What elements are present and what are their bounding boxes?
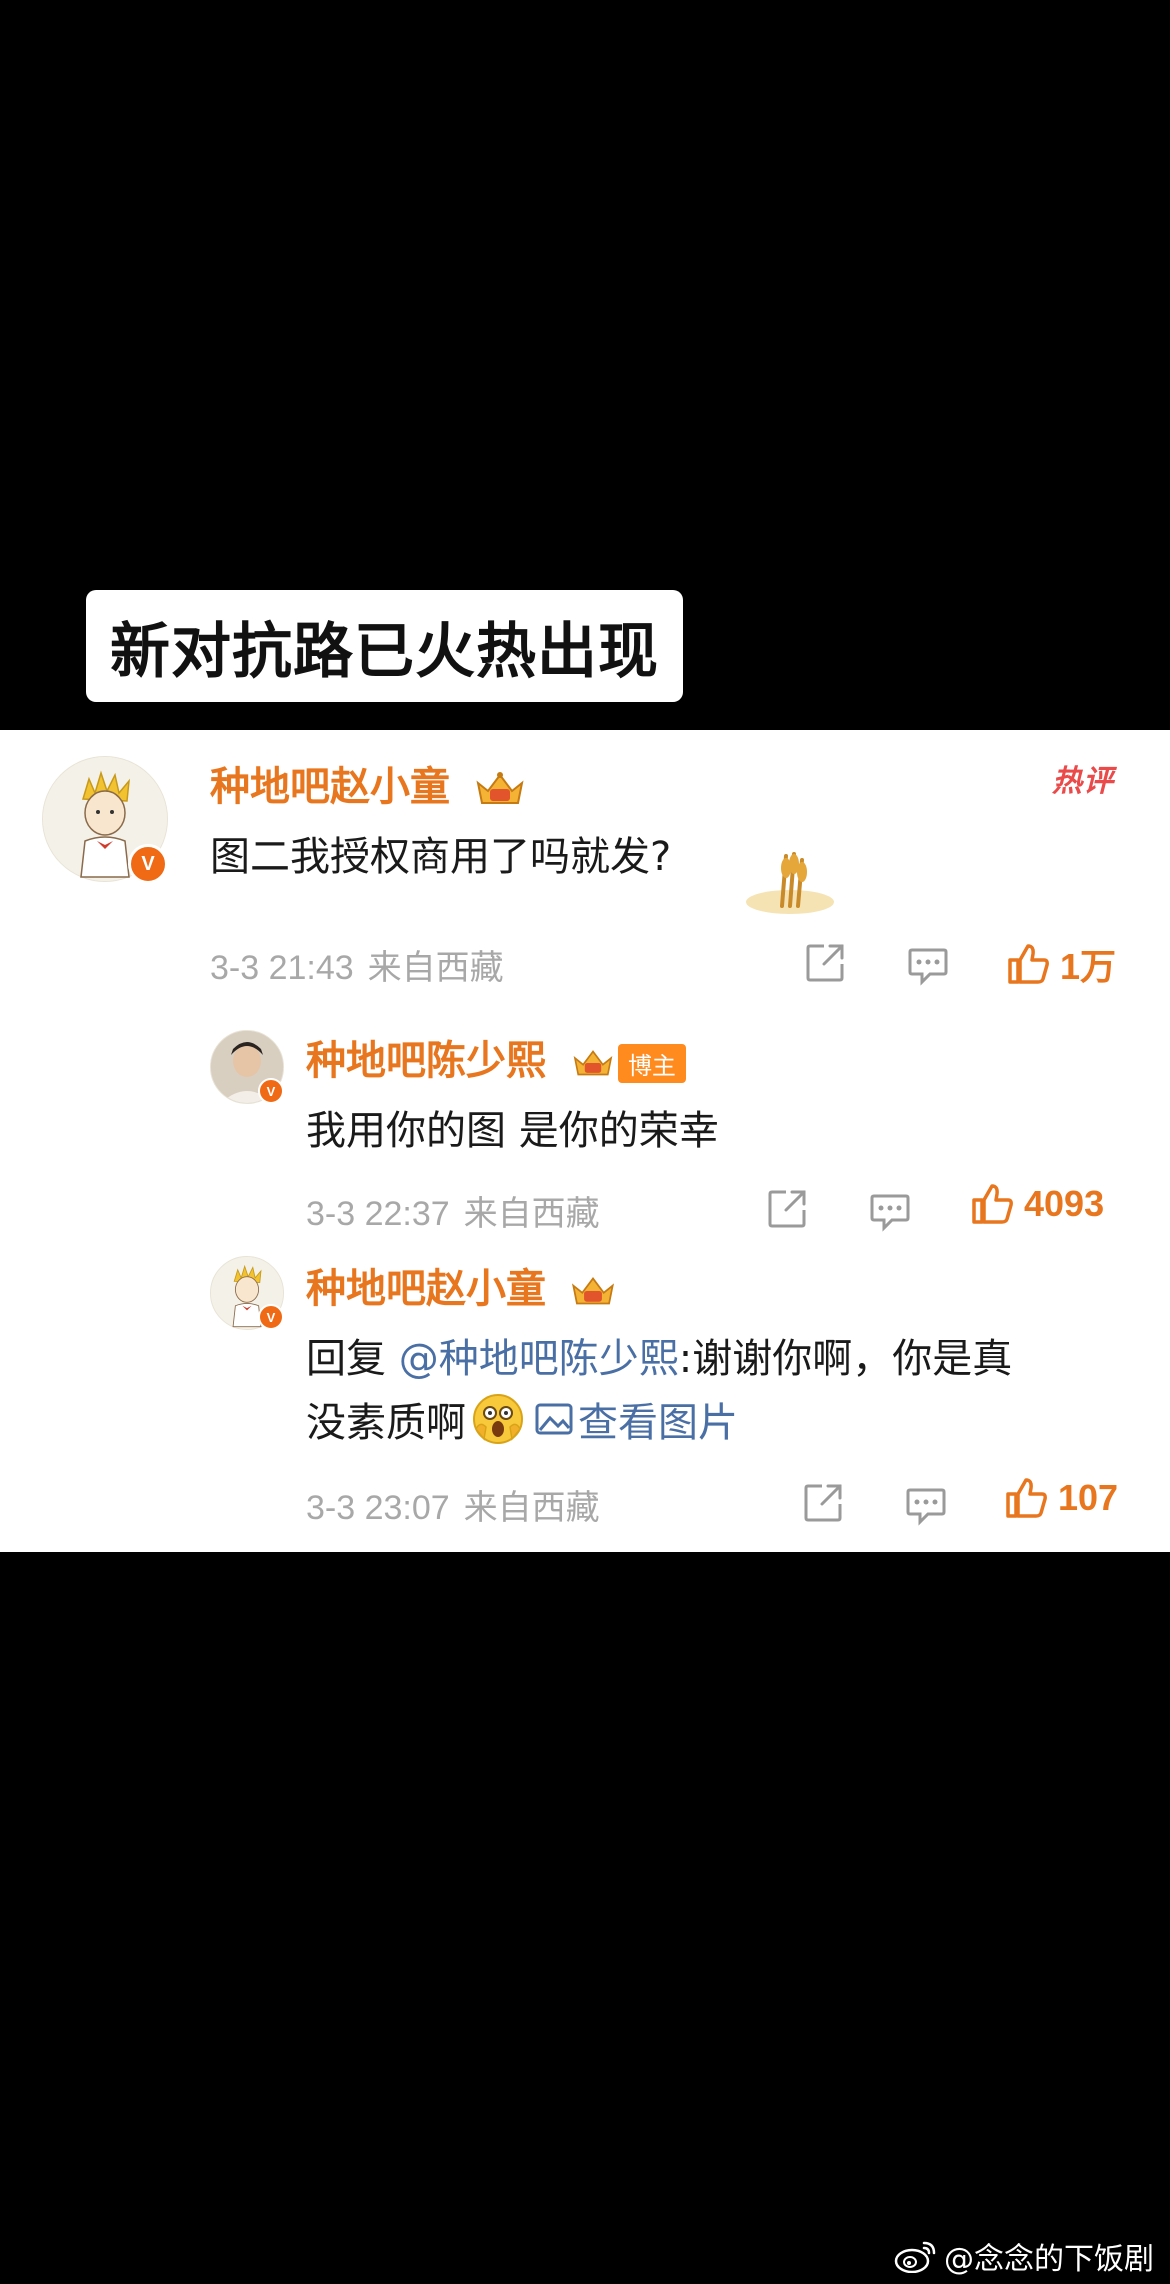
comment-text: 回复 @种地吧陈少熙:谢谢你啊，你是真 xyxy=(306,1326,1012,1384)
comment-meta: 3-3 23:07 来自西藏 xyxy=(306,1480,600,1529)
crown-icon xyxy=(573,1050,613,1076)
share-icon[interactable] xyxy=(804,940,848,984)
comment-username[interactable]: 种地吧赵小童 xyxy=(210,754,528,812)
comment-time: 3-3 21:43 xyxy=(210,949,354,987)
view-picture-label[interactable]: 查看图片 xyxy=(578,1390,738,1448)
comment-time: 3-3 22:37 xyxy=(306,1195,450,1233)
view-picture-link[interactable]: 查看图片 xyxy=(534,1390,738,1448)
wheat-sticker-icon xyxy=(746,852,834,914)
like-icon xyxy=(1006,1478,1047,1518)
verified-badge: V xyxy=(258,1304,284,1330)
comment-location: 来自西藏 xyxy=(367,948,504,988)
username-text[interactable]: 种地吧赵小童 xyxy=(306,1266,546,1312)
like-icon xyxy=(972,1184,1013,1224)
mention-link[interactable]: @种地吧陈少熙 xyxy=(399,1336,679,1382)
reply-prefix: 回复 xyxy=(306,1336,386,1382)
username-text[interactable]: 种地吧陈少熙 xyxy=(306,1038,546,1084)
comment-username[interactable]: 种地吧陈少熙 博主 xyxy=(306,1028,686,1086)
video-caption: 新对抗路已火热出现 xyxy=(86,590,683,702)
like-button[interactable]: 1万 xyxy=(1006,938,1116,990)
like-count: 4093 xyxy=(1024,1183,1105,1224)
share-icon[interactable] xyxy=(802,1480,846,1524)
comment-meta: 3-3 22:37 来自西藏 xyxy=(306,1186,600,1235)
comment-meta: 3-3 21:43 来自西藏 xyxy=(210,940,504,989)
like-count: 107 xyxy=(1058,1477,1119,1518)
username-text[interactable]: 种地吧赵小童 xyxy=(210,764,450,810)
hot-comment-badge: 热评 xyxy=(1052,764,1114,799)
comment-location: 来自西藏 xyxy=(463,1488,600,1528)
like-icon xyxy=(1008,944,1049,984)
like-count: 1万 xyxy=(1060,946,1117,987)
comment-username[interactable]: 种地吧赵小童 xyxy=(306,1256,618,1314)
comment-icon[interactable] xyxy=(904,1482,948,1526)
comment-text: 我用你的图 是你的荣幸 xyxy=(306,1108,719,1154)
crown-icon xyxy=(571,1277,614,1305)
comment-text-line2: 没素质啊 xyxy=(306,1400,466,1446)
watermark-text: @念念的下饭剧 xyxy=(944,2242,1154,2277)
like-button[interactable]: 107 xyxy=(1004,1476,1118,1520)
comment-card: 热评 V 种地吧赵小童 图二我授权商用了吗就发? 3-3 21:43 来自西藏 … xyxy=(0,730,1170,1552)
picture-icon xyxy=(535,1403,573,1435)
weibo-watermark: @念念的下饭剧 xyxy=(894,2234,1154,2278)
share-icon[interactable] xyxy=(766,1186,810,1230)
like-button[interactable]: 4093 xyxy=(970,1182,1104,1226)
comment-time: 3-3 23:07 xyxy=(306,1489,450,1527)
host-tag: 博主 xyxy=(617,1043,686,1083)
weibo-icon xyxy=(894,2241,936,2273)
verified-badge: V xyxy=(128,844,168,884)
comment-text: 图二我授权商用了吗就发? xyxy=(210,834,672,880)
comment-text-second-line: 没素质啊 查看图片 xyxy=(306,1390,738,1448)
screenshot-page: 新对抗路已火热出现 热评 V 种地吧赵小童 图二我授权商用了吗就发? 3-3 2… xyxy=(0,0,1170,2284)
comment-location: 来自西藏 xyxy=(463,1194,600,1234)
shocked-emoji-icon xyxy=(473,1394,523,1444)
comment-icon[interactable] xyxy=(906,942,950,986)
comment-icon[interactable] xyxy=(868,1188,912,1232)
comment-text-line1: :谢谢你啊，你是真 xyxy=(678,1336,1013,1382)
verified-badge: V xyxy=(258,1078,284,1104)
crown-icon xyxy=(476,772,524,804)
